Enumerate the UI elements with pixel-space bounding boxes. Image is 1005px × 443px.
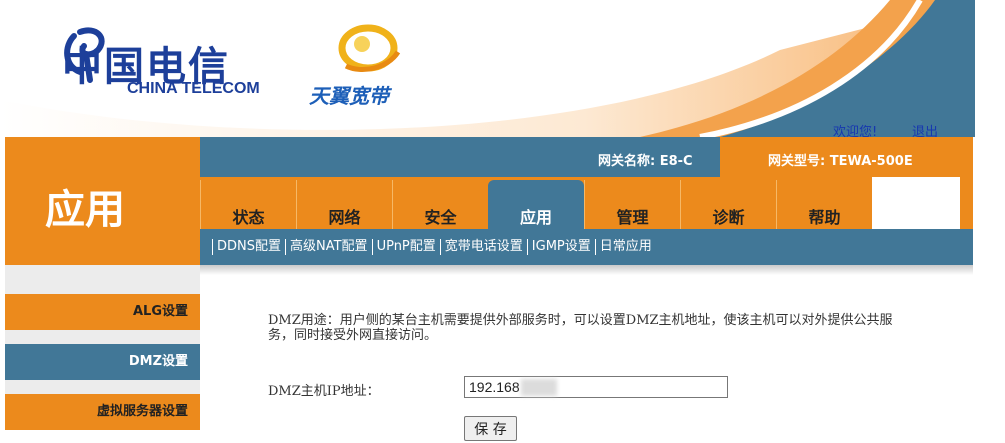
- tab-label: 诊断: [712, 208, 745, 227]
- content-top-shadow: [200, 265, 973, 275]
- tab-security[interactable]: 安全: [392, 180, 488, 229]
- save-button[interactable]: 保 存: [464, 416, 517, 441]
- nav-item-virtual-server[interactable]: 虚拟服务器设置: [5, 394, 200, 430]
- tab-bar-edge: [960, 177, 973, 229]
- tab-label: 状态: [232, 208, 265, 227]
- tab-label: 安全: [424, 208, 457, 227]
- dmz-ip-input[interactable]: [464, 376, 728, 398]
- ip-redaction: [521, 379, 557, 396]
- tab-label: 帮助: [808, 208, 841, 227]
- tianyi-logo-icon: [338, 24, 401, 72]
- sub-tab-upnp[interactable]: UPnP配置: [371, 239, 440, 255]
- header-banner: 中国电信 CHINA TELECOM 天翼宽带 欢迎您! 退出: [0, 0, 975, 137]
- tab-management[interactable]: 管理: [584, 180, 680, 229]
- tab-status[interactable]: 状态: [200, 180, 296, 229]
- nav-item-alg[interactable]: ALG设置: [5, 294, 200, 330]
- nav-item-dmz[interactable]: DMZ设置: [5, 344, 200, 380]
- sub-tab-list: DDNS配置 高级NAT配置 UPnP配置 宽带电话设置 IGMP设置 日常应用: [212, 239, 656, 255]
- logout-link[interactable]: 退出: [912, 121, 938, 137]
- tab-bar-gap: [872, 177, 973, 229]
- brand-name-en: CHINA TELECOM: [127, 80, 260, 97]
- nav-separator: [5, 330, 200, 344]
- sub-tab-voip[interactable]: 宽带电话设置: [439, 239, 527, 255]
- sub-tab-igmp[interactable]: IGMP设置: [526, 239, 595, 255]
- nav-separator: [5, 380, 200, 394]
- tab-label: 应用: [519, 208, 552, 227]
- sub-tab-ddns[interactable]: DDNS配置: [212, 239, 285, 255]
- tab-network[interactable]: 网络: [296, 180, 392, 229]
- page-title: 应用: [45, 187, 125, 233]
- gateway-name: 网关名称: E8-C: [598, 154, 693, 169]
- tab-application[interactable]: 应用: [488, 180, 584, 229]
- left-nav-spacer: [5, 265, 200, 294]
- gateway-model: 网关型号: TEWA-500E: [768, 154, 913, 169]
- tab-help[interactable]: 帮助: [776, 180, 872, 229]
- sub-tab-advanced-nat[interactable]: 高级NAT配置: [285, 239, 372, 255]
- sub-brand-text: 天翼宽带: [309, 84, 389, 108]
- dmz-ip-label: DMZ主机IP地址：: [268, 384, 380, 399]
- tab-label: 管理: [616, 208, 649, 227]
- dmz-description: DMZ用途：用户侧的某台主机需要提供外部服务时，可以设置DMZ主机地址，使该主机…: [268, 313, 893, 343]
- tab-label: 网络: [328, 208, 361, 227]
- tab-diagnostics[interactable]: 诊断: [680, 180, 776, 229]
- welcome-link[interactable]: 欢迎您!: [833, 121, 877, 137]
- sub-tab-daily-apps[interactable]: 日常应用: [594, 239, 656, 255]
